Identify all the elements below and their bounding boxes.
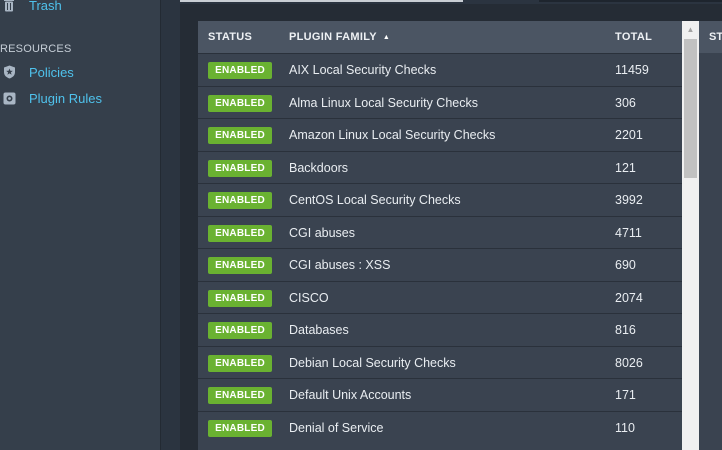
tab-strip-secondary [539,0,722,2]
status-badge[interactable]: ENABLED [208,159,272,177]
table-row[interactable]: ENABLED Default Unix Accounts 171 [198,378,682,411]
status-badge[interactable]: ENABLED [208,94,272,112]
column-header-plugin-family[interactable]: PLUGIN FAMILY ▲ [289,21,390,53]
plugin-family-name: Amazon Linux Local Security Checks [289,128,496,142]
plugin-rules-icon [2,91,16,105]
plugin-family-name: CISCO [289,290,329,305]
column-header-status[interactable]: STATUS [208,21,252,53]
table-header: STATUS PLUGIN FAMILY ▲ TOTAL [198,21,682,53]
sort-ascending-icon: ▲ [382,33,391,41]
shield-icon [2,65,16,79]
sidebar-item-label: Policies [29,64,74,80]
plugin-total: 121 [615,160,636,175]
sidebar-item-policies[interactable]: Policies [0,62,74,82]
plugin-total: 2074 [615,290,643,305]
plugin-total: 8026 [615,355,643,370]
plugin-family-name: AIX Local Security Checks [289,63,437,77]
trash-icon [2,0,16,12]
status-badge[interactable]: ENABLED [208,289,272,307]
column-header-status-partial[interactable]: STA [709,21,722,53]
status-badge[interactable]: ENABLED [208,62,272,79]
plugin-family-name: CGI abuses : XSS [289,258,391,272]
status-badge[interactable]: ENABLED [208,387,272,404]
table-row[interactable]: ENABLED Backdoors 121 [198,150,682,184]
plugin-family-name: CGI abuses [289,225,356,240]
table-row[interactable]: ENABLED Amazon Linux Local Security Chec… [198,118,682,151]
plugin-family-name: Denial of Service [289,420,384,435]
column-header-label: TOTAL [615,31,653,43]
plugin-family-name: Databases [289,323,349,337]
plugin-families-table: STATUS PLUGIN FAMILY ▲ TOTAL ENABLED AIX… [198,21,682,450]
plugin-total: 690 [615,258,636,272]
column-header-label: STATUS [208,31,253,43]
table-row[interactable]: ENABLED Databases 816 [198,313,682,346]
table-row[interactable]: ENABLED AIX Local Security Checks 11459 [198,53,682,86]
status-badge[interactable]: ENABLED [208,127,272,144]
adjacent-table-header: STA [699,21,722,53]
column-header-label: PLUGIN FAMILY [289,31,377,43]
scroll-up-arrow-icon[interactable]: ▲ [682,21,699,38]
plugin-family-name: Default Unix Accounts [289,388,412,402]
adjacent-table: STA [699,21,722,450]
plugin-total: 11459 [615,63,649,77]
plugin-family-name: Debian Local Security Checks [289,355,456,370]
plugin-total: 171 [615,388,636,402]
status-badge[interactable]: ENABLED [208,322,272,339]
status-badge[interactable]: ENABLED [208,192,272,209]
plugin-family-name: CentOS Local Security Checks [289,193,461,207]
sidebar: Trash RESOURCES Policies Plugin Rules [0,0,161,450]
plugin-total: 2201 [615,128,643,142]
plugin-total: 816 [615,323,636,337]
plugin-family-name: Alma Linux Local Security Checks [289,95,478,110]
tab-strip [180,0,463,2]
table-row[interactable]: ENABLED CISCO 2074 [198,280,682,314]
plugin-total: 4711 [615,225,642,240]
main-content: STATUS PLUGIN FAMILY ▲ TOTAL ENABLED AIX… [161,0,722,450]
table-row[interactable]: ENABLED CGI abuses : XSS 690 [198,248,682,281]
sidebar-item-label: Trash [29,0,62,13]
plugin-family-name: Backdoors [289,160,349,175]
table-scrollbar[interactable]: ▲ [682,21,699,450]
plugin-total: 3992 [615,193,643,207]
table-row[interactable]: ENABLED Debian Local Security Checks 802… [198,345,682,379]
sidebar-item-trash[interactable]: Trash [0,0,62,15]
table-row[interactable]: ENABLED Alma Linux Local Security Checks… [198,85,682,119]
plugin-total: 110 [615,420,635,435]
table-row[interactable]: ENABLED Denial of Service 110 [198,410,682,444]
table-row[interactable]: ENABLED CentOS Local Security Checks 399… [198,183,682,216]
scrollbar-thumb[interactable] [684,39,697,178]
sidebar-item-plugin-rules[interactable]: Plugin Rules [0,88,102,108]
plugin-total: 306 [615,95,636,110]
status-badge[interactable]: ENABLED [208,354,272,372]
status-badge[interactable]: ENABLED [208,419,272,437]
table-row[interactable]: ENABLED CGI abuses 4711 [198,215,682,249]
sidebar-section-resources: RESOURCES [0,43,72,55]
status-badge[interactable]: ENABLED [208,224,272,242]
app-window: Trash RESOURCES Policies Plugin Rules ST… [0,0,722,450]
sidebar-item-label: Plugin Rules [29,90,102,106]
status-badge[interactable]: ENABLED [208,257,272,274]
column-header-total[interactable]: TOTAL [615,21,652,53]
